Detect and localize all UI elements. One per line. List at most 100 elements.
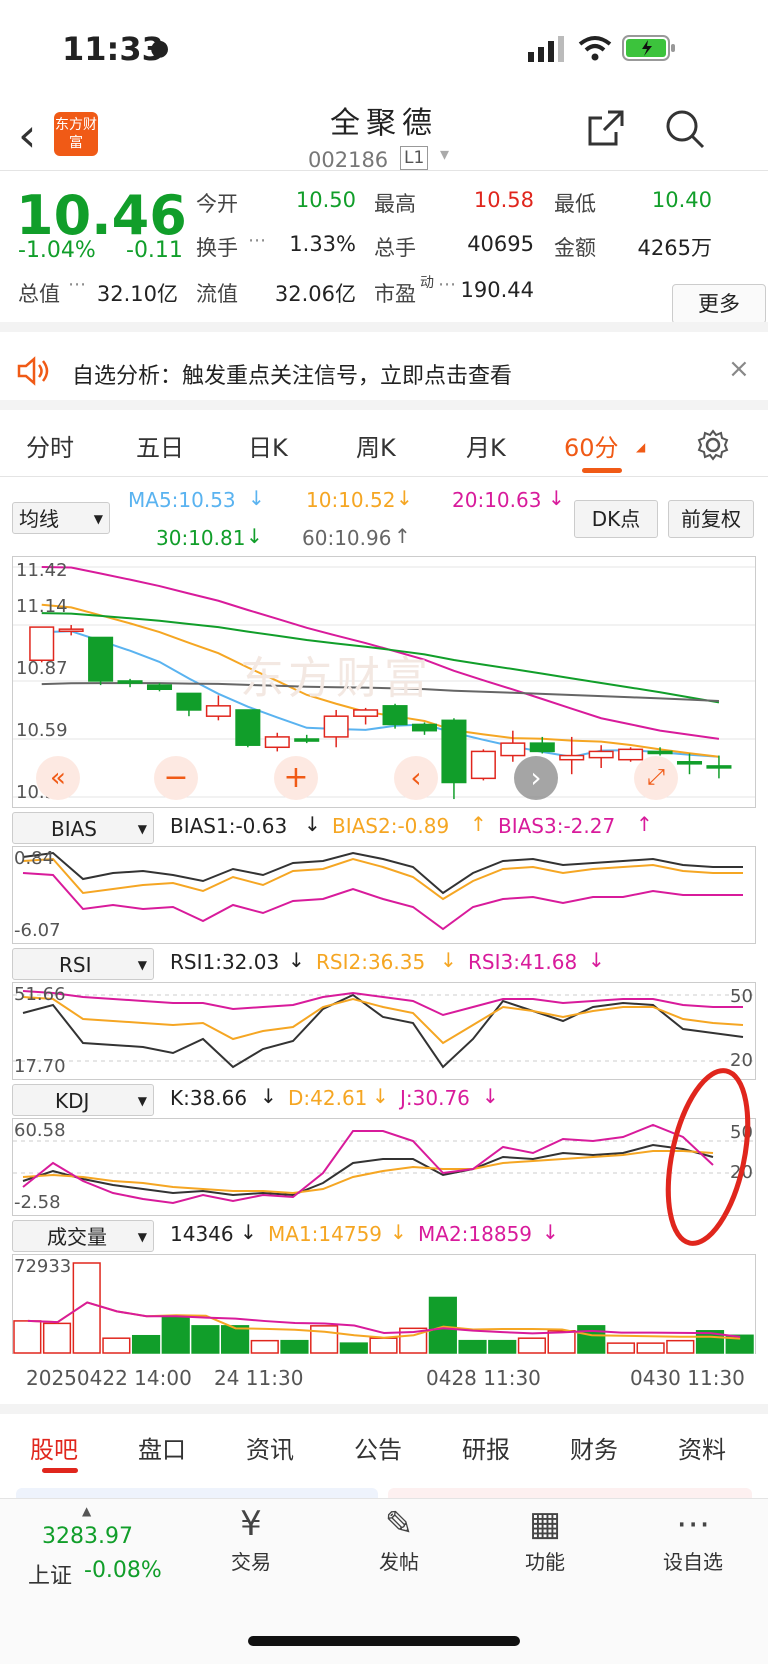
grid-icon: ▦ [528, 1504, 562, 1544]
amount-label: 金额 [554, 236, 596, 260]
candle-body [294, 738, 320, 742]
volume-panel[interactable] [12, 1254, 756, 1354]
tab-week[interactable]: 周K [356, 428, 396, 463]
open-value: 10.50 [295, 188, 356, 212]
functions-button[interactable]: ▦ 功能 [500, 1502, 590, 1575]
adjust-button[interactable]: 前复权 [668, 500, 754, 538]
tab-finance[interactable]: 财务 [570, 1430, 618, 1465]
candle-body [88, 636, 114, 682]
axis-label: 17.70 [14, 1056, 66, 1077]
bias-select[interactable]: BIAS ▼ [12, 812, 154, 844]
signal-icon [528, 36, 568, 66]
tab-month[interactable]: 月K [466, 428, 506, 463]
search-icon[interactable] [664, 108, 706, 154]
volume-bar [428, 1296, 457, 1354]
tab-indicator [582, 468, 622, 473]
scroll-left-fast-icon[interactable]: « [36, 756, 80, 800]
tab-pankou[interactable]: 盘口 [138, 1430, 186, 1465]
volume-chart [13, 1262, 754, 1354]
arrow-down-icon: ↓ [240, 1220, 257, 1244]
axis-label: -2.58 [14, 1192, 61, 1213]
ma20-legend: 20:10.63 [452, 488, 542, 512]
rsi-select-label: RSI [59, 953, 92, 977]
volume-select[interactable]: 成交量 ▼ [12, 1220, 154, 1252]
bias1-legend: BIAS1:-0.63 [170, 814, 288, 838]
functions-label: 功能 [525, 1550, 565, 1574]
scroll-right-icon[interactable]: › [514, 756, 558, 800]
volume-bar [191, 1325, 220, 1354]
kdj-panel[interactable] [12, 1118, 756, 1216]
info-icon[interactable]: ⋯ [248, 230, 266, 251]
close-icon[interactable]: × [728, 354, 750, 384]
tab-guba[interactable]: 股吧 [30, 1430, 78, 1465]
change-abs: -0.11 [126, 238, 183, 263]
axis-label: 60.58 [14, 1120, 66, 1141]
info-icon[interactable]: ⋯ [438, 274, 456, 295]
tab-profile[interactable]: 资料 [678, 1430, 726, 1465]
speaker-icon [16, 356, 50, 390]
tab-research[interactable]: 研报 [462, 1430, 510, 1465]
mcap-label: 总值 [18, 282, 60, 306]
bias-panel[interactable] [12, 846, 756, 944]
battery-icon [622, 34, 678, 66]
trade-button[interactable]: ¥ 交易 [206, 1502, 296, 1575]
time-label: 20250422 14:00 [26, 1366, 192, 1390]
scroll-left-icon[interactable]: ‹ [394, 756, 438, 800]
rsi-panel[interactable] [12, 982, 756, 1080]
level-badge: L1 [400, 146, 429, 170]
arrow-down-icon: ↓ [372, 1084, 389, 1108]
share-icon[interactable] [586, 108, 626, 152]
index-pct[interactable]: -0.08% [84, 1558, 162, 1583]
index-value[interactable]: 3283.97 [42, 1524, 133, 1549]
zoom-in-icon[interactable]: + [274, 756, 318, 800]
tab-day[interactable]: 日K [248, 428, 288, 463]
amount-value: 4265万 [637, 236, 712, 260]
tab-news[interactable]: 资讯 [246, 1430, 294, 1465]
candle-body [353, 709, 379, 717]
candle-body [323, 715, 349, 738]
candle-body [470, 750, 496, 780]
float-label: 流值 [196, 282, 238, 306]
tab-60min[interactable]: 60分 [564, 428, 619, 463]
wifi-icon [578, 34, 612, 66]
dropdown-icon: ▼ [137, 958, 147, 972]
arrow-up-icon: ↑ [636, 812, 653, 836]
candle-body [647, 750, 673, 755]
tab-fenshi[interactable]: 分时 [26, 428, 74, 463]
rsi-select[interactable]: RSI ▼ [12, 948, 154, 980]
gear-icon[interactable] [696, 428, 730, 466]
info-icon[interactable]: ⋯ [68, 274, 86, 295]
kdj-select[interactable]: KDJ ▼ [12, 1084, 154, 1116]
tab-announcement[interactable]: 公告 [354, 1430, 402, 1465]
candle-body [706, 765, 732, 769]
divider [0, 400, 768, 410]
dropdown-icon: ▼ [137, 1230, 147, 1244]
tab-wuri[interactable]: 五日 [136, 428, 184, 463]
bias-select-label: BIAS [51, 817, 97, 841]
arrow-down-icon: ↓ [248, 486, 265, 510]
red-circle-annotation [656, 1064, 760, 1254]
candle-body [264, 736, 290, 749]
volume-bar [339, 1342, 368, 1354]
volume-bar [161, 1315, 190, 1354]
volume-ma-line [27, 1301, 741, 1338]
expand-icon[interactable]: ⤢ [634, 756, 678, 800]
index-name[interactable]: 上证 [28, 1558, 72, 1590]
arrow-down-icon: ↓ [548, 486, 565, 510]
axis-label: 0.84 [14, 848, 55, 869]
divider [0, 322, 768, 332]
chevron-down-icon[interactable]: ▾ [440, 144, 449, 165]
dk-point-button[interactable]: DK点 [574, 500, 658, 538]
candle-body [382, 705, 408, 726]
candle-body [235, 709, 261, 746]
pe-sup: 动 [420, 275, 434, 291]
add-favorite-button[interactable]: ⋯ 设自选 [648, 1502, 738, 1575]
post-button[interactable]: ✎ 发帖 [354, 1502, 444, 1575]
stock-code: 002186 [308, 148, 389, 172]
candle-body [29, 626, 55, 661]
mcap-value: 32.10亿 [96, 282, 178, 306]
zoom-out-icon[interactable]: − [154, 756, 198, 800]
more-button[interactable]: 更多 [672, 284, 766, 324]
ma-select[interactable]: 均线 ▼ [12, 502, 110, 534]
banner-text[interactable]: 自选分析：触发重点关注信号，立即点击查看 [72, 358, 512, 390]
